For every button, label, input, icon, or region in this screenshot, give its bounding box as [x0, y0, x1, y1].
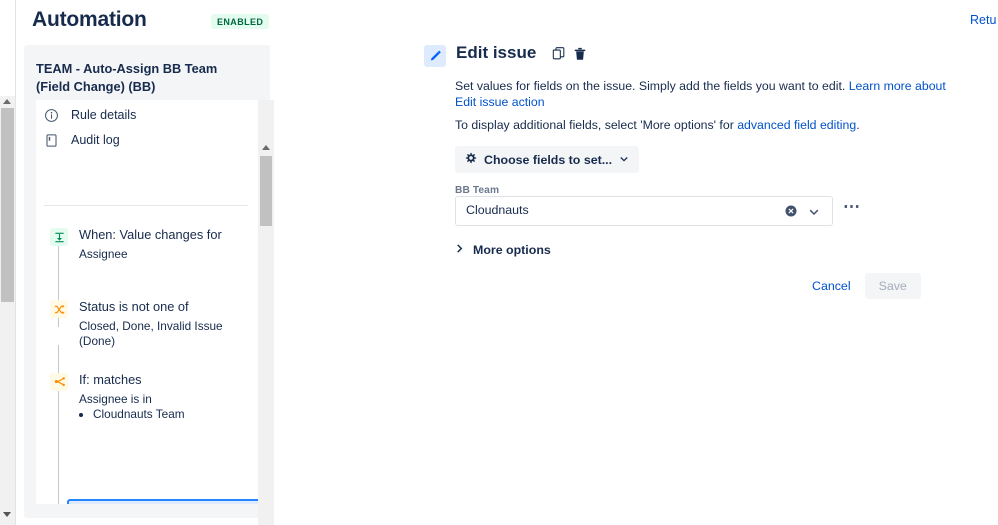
- sidebar-list-scrollbar[interactable]: [258, 100, 274, 525]
- page-header: Automation ENABLED Retu: [17, 0, 998, 45]
- step-subtitle: Closed, Done, Invalid Issue (Done): [79, 319, 223, 348]
- step-connector-rail: [58, 418, 59, 504]
- list-scroll-up-arrow-icon[interactable]: [262, 145, 270, 150]
- clear-circle-icon[interactable]: [784, 204, 798, 223]
- step-title: When: Value changes for: [79, 227, 222, 242]
- audit-log-icon: [44, 133, 60, 149]
- step-title: Status is not one of: [79, 299, 189, 314]
- rule-sidebar: TEAM - Auto-Assign BB Team (Field Change…: [24, 45, 274, 525]
- page-vertical-scrollbar[interactable]: [0, 0, 16, 525]
- page-title: Automation: [32, 8, 147, 31]
- step-subtitle-text: Assignee is in: [79, 392, 152, 406]
- choose-fields-button[interactable]: Choose fields to set...: [455, 146, 640, 173]
- description-period: .: [856, 118, 860, 132]
- bb-team-select-field[interactable]: Cloudnauts: [455, 196, 833, 226]
- gear-icon: [464, 152, 477, 168]
- step-title: If: matches: [79, 372, 142, 387]
- step-subtitle: Assignee: [79, 247, 128, 261]
- panel-footer-actions: Cancel Save: [804, 273, 921, 299]
- advanced-field-editing-link[interactable]: advanced field editing: [737, 118, 856, 132]
- cancel-button[interactable]: Cancel: [804, 273, 859, 299]
- pencil-icon: [424, 45, 446, 67]
- rule-component-list: Rule details Audit log When: Value chang…: [36, 100, 258, 504]
- chevron-right-icon: [455, 243, 464, 257]
- duplicate-icon[interactable]: [552, 47, 566, 66]
- save-button[interactable]: Save: [864, 273, 921, 299]
- scrollbar-thumb[interactable]: [1, 108, 14, 302]
- condition-shuffle-icon: [50, 300, 68, 318]
- chevron-down-icon: [619, 153, 629, 167]
- automation-rule-editor-page: Automation ENABLED Retu TEAM - Auto-Assi…: [0, 0, 998, 525]
- sidebar-item-label: Rule details: [71, 108, 137, 122]
- more-options-label: More options: [473, 243, 551, 257]
- scroll-up-arrow-icon[interactable]: [3, 99, 11, 104]
- scrollbar-track-top: [0, 0, 15, 96]
- panel-description-secondary: To display additional fields, select 'Mo…: [455, 117, 955, 133]
- list-scrollbar-thumb[interactable]: [260, 156, 272, 226]
- sidebar-item-audit-log[interactable]: Audit log: [36, 130, 258, 156]
- sidebar-item-rule-details[interactable]: Rule details: [36, 105, 258, 131]
- return-to-list-link[interactable]: Retu: [970, 13, 998, 27]
- step-bullet-list: Cloudnauts Team: [79, 407, 185, 422]
- sidebar-divider: [44, 205, 248, 206]
- status-badge: ENABLED: [211, 14, 270, 29]
- more-options-toggle[interactable]: More options: [455, 243, 551, 257]
- scroll-down-arrow-icon[interactable]: [3, 512, 11, 517]
- step-subtitle: Assignee is in Cloudnauts Team: [79, 392, 185, 422]
- step-bullet-item: Cloudnauts Team: [93, 407, 185, 422]
- delete-icon[interactable]: [573, 47, 587, 66]
- trigger-icon: [50, 228, 68, 246]
- panel-description: Set values for fields on the issue. Simp…: [455, 78, 955, 110]
- panel-header: Edit issue: [424, 43, 984, 75]
- field-more-menu-icon[interactable]: ⋯: [843, 198, 861, 215]
- choose-fields-label: Choose fields to set...: [484, 152, 613, 167]
- panel-title-actions: [552, 47, 587, 66]
- page-title: Edit issue: [456, 43, 537, 62]
- description-text: Set values for fields on the issue. Simp…: [455, 79, 849, 93]
- chevron-down-icon[interactable]: [808, 205, 820, 223]
- sidebar-item-label: Audit log: [71, 133, 120, 147]
- rule-step-edit-issue-selected[interactable]: Then: Edit issue fields BB Team: [67, 499, 258, 504]
- field-label-bb-team: BB Team: [455, 185, 500, 196]
- bb-team-value: Cloudnauts: [466, 203, 529, 217]
- rule-name-heading: TEAM - Auto-Assign BB Team (Field Change…: [36, 61, 218, 94]
- branch-icon: [50, 373, 68, 391]
- description-text-2: To display additional fields, select 'Mo…: [455, 118, 738, 132]
- edit-issue-panel: Edit issue Set values for fields on the …: [424, 43, 984, 299]
- info-icon: [44, 108, 60, 124]
